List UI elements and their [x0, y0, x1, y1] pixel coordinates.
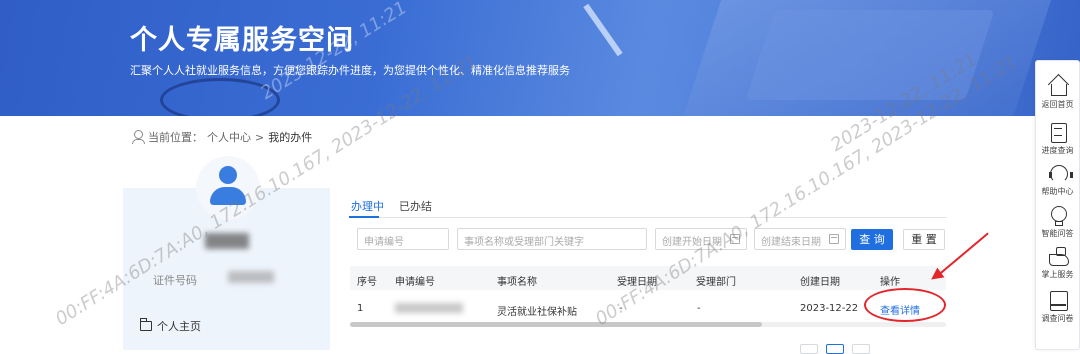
col-accept-dept: 受理部门	[696, 277, 736, 288]
cell-index: 1	[357, 303, 364, 314]
avatar-icon	[208, 166, 248, 208]
document-icon	[1048, 122, 1068, 143]
pagination-next[interactable]	[852, 344, 870, 354]
toolbar-label: 掌上服务	[1041, 270, 1074, 279]
book-icon	[1048, 290, 1068, 311]
pagination-page[interactable]	[826, 344, 844, 354]
annotation-circle	[864, 288, 946, 322]
bulb-icon	[1048, 205, 1068, 226]
cell-accept-date: -	[619, 303, 623, 314]
headset-icon	[1048, 163, 1073, 183]
end-date-placeholder: 创建结束日期	[761, 237, 821, 248]
table-horizontal-scrollbar[interactable]	[350, 322, 762, 327]
calendar-icon	[730, 234, 740, 244]
id-number-redacted	[228, 271, 274, 283]
toolbar-label: 帮助中心	[1041, 187, 1074, 196]
tab-active-indicator	[349, 216, 379, 218]
breadcrumb-current: 我的办件	[268, 131, 313, 144]
hand-icon	[1048, 246, 1069, 266]
reset-button[interactable]: 重 置	[903, 229, 945, 250]
start-date-input[interactable]: 创建开始日期	[655, 228, 747, 250]
cell-apply-number-redacted	[395, 303, 463, 313]
page-title: 个人专属服务空间	[130, 25, 354, 56]
col-create-date: 创建日期	[800, 277, 840, 288]
end-date-input[interactable]: 创建结束日期	[754, 228, 846, 250]
breadcrumb-home-link[interactable]: 个人中心	[207, 129, 251, 145]
header-banner: 个人专属服务空间 汇聚个人人社就业服务信息，方便您跟踪办件进度，为您提供个性化、…	[0, 0, 1080, 116]
toolbar-qa[interactable]: 智能问答	[1035, 205, 1080, 239]
id-number-label: 证件号码	[153, 274, 197, 287]
toolbar-label: 进度查询	[1041, 146, 1074, 155]
toolbar-help[interactable]: 帮助中心	[1035, 163, 1080, 197]
toolbar-home[interactable]: 返回首页	[1035, 76, 1080, 110]
tab-completed[interactable]: 已办结	[399, 198, 432, 214]
user-name-redacted	[205, 233, 249, 249]
toolbar-mobile-service[interactable]: 掌上服务	[1035, 246, 1080, 280]
toolbar-label: 调查问卷	[1041, 314, 1074, 323]
tab-divider	[349, 217, 947, 218]
location-pin-icon	[132, 130, 145, 144]
menu-item-label: 个人主页	[157, 320, 201, 333]
banner-glasses-decoration	[160, 78, 280, 116]
avatar-head	[219, 166, 237, 184]
folder-icon	[139, 318, 152, 331]
banner-pen-decoration	[583, 3, 623, 57]
breadcrumb-prefix: 当前位置：	[148, 131, 203, 144]
banner-screen-decoration	[745, 10, 995, 100]
col-apply-number: 申请编号	[395, 277, 435, 288]
toolbar-survey[interactable]: 调查问卷	[1035, 290, 1080, 324]
query-button[interactable]: 查 询	[851, 229, 893, 250]
breadcrumb: 当前位置： 个人中心 > 我的办件	[132, 129, 312, 145]
pagination-prev[interactable]	[800, 344, 818, 354]
calendar-icon	[829, 234, 839, 244]
start-date-placeholder: 创建开始日期	[662, 237, 722, 248]
col-item-name: 事项名称	[497, 277, 537, 288]
toolbar-label: 智能问答	[1041, 229, 1074, 238]
keyword-input[interactable]: 事项名称或受理部门关键字	[457, 228, 647, 250]
cell-create-date: 2023-12-22	[800, 303, 859, 314]
avatar-body	[210, 187, 246, 205]
apply-number-input[interactable]: 申请编号	[357, 228, 449, 250]
col-accept-date: 受理日期	[617, 277, 657, 288]
menu-item-personal-home[interactable]: 个人主页	[139, 318, 201, 334]
col-index: 序号	[357, 277, 377, 288]
cell-accept-dept: -	[697, 303, 701, 314]
toolbar-progress[interactable]: 进度查询	[1035, 122, 1080, 156]
toolbar-label: 返回首页	[1041, 100, 1074, 109]
page-subtitle: 汇聚个人人社就业服务信息，方便您跟踪办件进度，为您提供个性化、精准化信息推荐服务	[130, 64, 570, 77]
breadcrumb-separator: >	[255, 130, 265, 144]
tab-in-progress[interactable]: 办理中	[351, 198, 384, 214]
col-action: 操作	[880, 277, 900, 288]
home-icon	[1048, 76, 1068, 96]
cell-item-name: 灵活就业社保补贴	[497, 307, 577, 318]
